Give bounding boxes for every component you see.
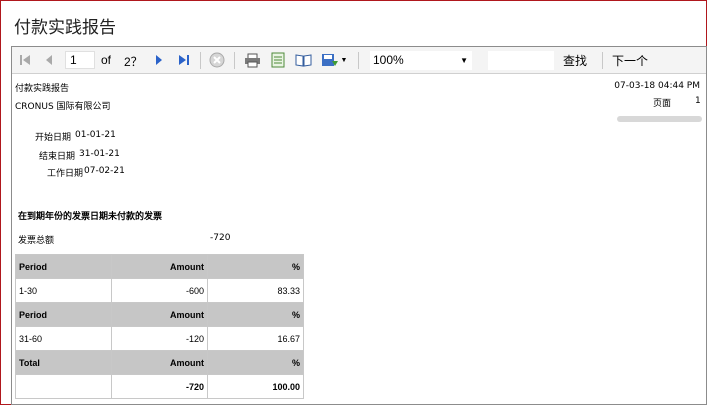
amount-cell: Amount	[111, 302, 208, 327]
find-button[interactable]: 查找	[563, 52, 587, 69]
period-cell: Period	[15, 254, 112, 279]
start-date-label: 开始日期	[35, 133, 72, 143]
find-next-button[interactable]: 下一个	[612, 52, 648, 69]
report-timestamp: 07-03-18 04:44 PM	[614, 81, 700, 91]
percent-cell: %	[207, 254, 304, 279]
period-cell: Total	[15, 350, 112, 375]
period-cell: 31-60	[15, 326, 112, 351]
report-viewer: 1 of 2？ ▼ 100% ▼ 查找 下一个 付款实践报告 CRONUS 国际…	[11, 46, 707, 405]
page-setup-button[interactable]	[293, 51, 313, 69]
amount-cell: -720	[111, 374, 208, 399]
toolbar-separator	[602, 52, 603, 69]
save-export-icon	[321, 54, 338, 66]
report-toolbar: 1 of 2？ ▼ 100% ▼ 查找 下一个	[12, 47, 706, 74]
table-header-row: Period Amount%	[15, 302, 304, 327]
last-page-icon	[179, 55, 189, 65]
previous-page-button[interactable]	[42, 51, 56, 69]
print-button[interactable]	[242, 51, 262, 69]
document-icon	[271, 52, 285, 68]
next-page-button[interactable]	[152, 51, 166, 69]
amount-cell: -600	[111, 278, 208, 303]
end-date-label: 结束日期	[39, 152, 76, 162]
redacted-text	[617, 116, 702, 122]
table-row: 31-60 -120 16.67	[15, 326, 304, 351]
chevron-down-icon: ▼	[460, 56, 468, 65]
work-date-label: 工作日期	[47, 169, 84, 179]
export-button[interactable]: ▼	[319, 51, 349, 69]
find-input[interactable]	[488, 51, 554, 70]
percent-cell: %	[207, 350, 304, 375]
percent-cell: 83.33	[207, 278, 304, 303]
printer-icon	[244, 53, 260, 67]
table-row: 1-30 -600 83.33	[15, 278, 304, 303]
table-header-row: Period Amount%	[15, 254, 304, 279]
report-title: 付款实践报告	[15, 84, 70, 94]
percent-cell: 16.67	[207, 326, 304, 351]
toolbar-separator	[358, 52, 359, 69]
end-date-value: 31-01-21	[79, 149, 120, 159]
print-layout-button[interactable]	[268, 51, 288, 69]
zoom-select[interactable]: 100% ▼	[370, 51, 472, 70]
next-page-icon	[156, 55, 162, 65]
first-page-button[interactable]	[17, 51, 33, 69]
table-row: -720 100.00	[15, 374, 304, 399]
last-page-button[interactable]	[176, 51, 192, 69]
dropdown-arrow-icon: ▼	[340, 56, 348, 64]
section-heading: 在到期年份的发票日期未付款的发票	[18, 212, 163, 222]
invoice-total-label: 发票总额	[18, 236, 55, 246]
percent-cell: %	[207, 302, 304, 327]
page-of-label: of	[101, 53, 112, 67]
period-cell	[15, 374, 112, 399]
company-name: CRONUS 国际有限公司	[15, 102, 111, 112]
work-date-value: 07-02-21	[84, 166, 125, 176]
period-cell: 1-30	[15, 278, 112, 303]
percent-cell: 100.00	[207, 374, 304, 399]
amount-cell: Amount	[111, 254, 208, 279]
page-number-input[interactable]: 1	[65, 51, 95, 69]
invoice-total-value: -720	[210, 233, 231, 243]
previous-page-icon	[46, 55, 52, 65]
table-header-row: Total Amount%	[15, 350, 304, 375]
stop-icon	[209, 52, 225, 68]
toolbar-separator	[200, 52, 201, 69]
first-page-icon	[20, 55, 30, 65]
period-cell: Period	[15, 302, 112, 327]
window-title: 付款实践报告	[14, 18, 116, 38]
book-icon	[295, 54, 311, 67]
amount-cell: -120	[111, 326, 208, 351]
toolbar-separator	[234, 52, 235, 69]
page-label: 页面	[653, 99, 672, 109]
zoom-value: 100%	[373, 53, 404, 67]
payment-periods-table: Period Amount% 1-30 -600 83.33 Period Amount% 3…	[15, 254, 304, 399]
report-body: 付款实践报告 CRONUS 国际有限公司 07-03-18 04:44 PM 页…	[12, 75, 706, 404]
page-number: 1	[695, 96, 701, 106]
start-date-value: 01-01-21	[75, 130, 116, 140]
amount-cell: Amount	[111, 350, 208, 375]
stop-button[interactable]	[207, 51, 227, 69]
page-total: 2？	[124, 55, 143, 69]
